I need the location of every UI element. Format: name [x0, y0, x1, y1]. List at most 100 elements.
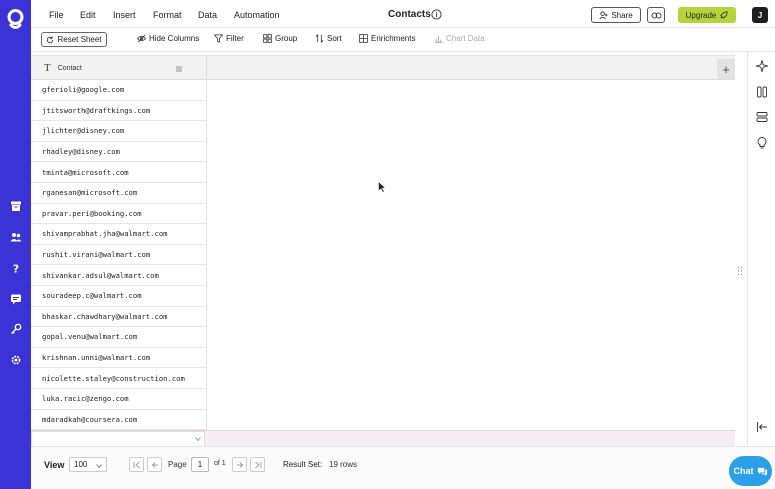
chevron-down-icon [96, 464, 102, 469]
cell-contact[interactable]: jtitsworth@draftkings.com [42, 106, 150, 115]
table-row[interactable]: jlichter@disney.com [31, 121, 207, 142]
first-page-icon [133, 461, 140, 468]
users-icon[interactable] [7, 228, 24, 245]
summary-select[interactable] [31, 431, 205, 447]
table-row[interactable]: krishnan.unni@walmart.com [31, 347, 207, 369]
group-icon [263, 34, 272, 43]
rows-panel-button[interactable] [755, 110, 769, 124]
table-row[interactable]: pravar.peri@booking.com [31, 203, 207, 225]
enrichments-button[interactable]: Enrichments [359, 34, 415, 43]
share-button[interactable]: Share [591, 7, 641, 23]
cell-contact[interactable]: rganesan@microsoft.com [42, 188, 137, 197]
filter-button[interactable]: Filter [214, 34, 244, 43]
left-rail: ? [0, 0, 31, 489]
cell-contact[interactable]: souradeep.c@walmart.com [42, 291, 142, 300]
table-row[interactable]: jtitsworth@draftkings.com [31, 100, 207, 122]
column-menu-icon[interactable] [176, 64, 182, 72]
sort-button[interactable]: Sort [315, 34, 342, 43]
table-row[interactable]: mdaradkah@coursera.com [31, 409, 207, 431]
table-row[interactable]: rushit.virani@walmart.com [31, 244, 207, 266]
result-set-label: Result Set: [283, 460, 323, 469]
previous-page-button[interactable] [147, 457, 162, 472]
cell-contact[interactable]: rushit.virani@walmart.com [42, 250, 150, 259]
info-icon[interactable] [431, 9, 442, 20]
cell-contact[interactable]: tminta@microsoft.com [42, 168, 129, 177]
menu-edit[interactable]: Edit [80, 10, 96, 20]
cell-contact[interactable]: jlichter@disney.com [42, 126, 124, 135]
table-row[interactable]: tminta@microsoft.com [31, 162, 207, 183]
copy-link-button[interactable] [647, 7, 665, 23]
share-label: Share [611, 10, 633, 20]
messages-icon[interactable] [7, 290, 24, 307]
menu-format[interactable]: Format [153, 10, 182, 20]
menu-insert[interactable]: Insert [113, 10, 136, 20]
chat-button[interactable]: Chat [729, 456, 772, 486]
filter-label: Filter [226, 34, 244, 43]
cell-contact[interactable]: shivamprabhat.jha@walmart.com [42, 229, 168, 238]
document-title[interactable]: Contacts [388, 9, 431, 20]
table-row[interactable]: nicolette.staley@construction.com [31, 368, 207, 389]
reset-sheet-button[interactable]: Reset Sheet [41, 32, 107, 47]
column-header-contact[interactable]: T Contact [31, 56, 207, 80]
cell-contact[interactable]: rhadley@disney.com [42, 147, 120, 156]
grid-icon [359, 34, 368, 43]
grid-rows: gferioli@google.com jtitsworth@draftking… [31, 80, 207, 431]
table-row[interactable]: shivankar.adsul@walmart.com [31, 265, 207, 286]
page-size-select[interactable]: 100 [69, 457, 107, 472]
chart-data-button[interactable]: Chart Data [434, 34, 485, 43]
collapse-panel-button[interactable] [755, 420, 769, 434]
menu-file[interactable]: File [49, 10, 64, 20]
table-row[interactable]: bhaskar.chawdhary@walmart.com [31, 306, 207, 328]
archive-icon[interactable] [7, 197, 24, 214]
table-row[interactable]: gopal.venu@walmart.com [31, 327, 207, 348]
table-row[interactable]: luka.racic@zengo.com [31, 388, 207, 410]
cell-contact[interactable]: shivankar.adsul@walmart.com [42, 271, 159, 280]
page-label: Page [168, 460, 187, 469]
data-grid: T Contact + gferioli@google.com jtitswor… [31, 55, 735, 447]
columns-panel-button[interactable] [755, 85, 769, 99]
settings-gear-icon[interactable] [7, 351, 24, 368]
table-row[interactable]: souradeep.c@walmart.com [31, 285, 207, 307]
cell-contact[interactable]: bhaskar.chawdhary@walmart.com [42, 312, 168, 321]
table-row[interactable]: rhadley@disney.com [31, 141, 207, 163]
collapse-left-icon [757, 422, 767, 432]
panel-resize-handle[interactable] [737, 266, 743, 276]
menu-data[interactable]: Data [198, 10, 217, 20]
user-avatar[interactable]: J [752, 7, 768, 23]
add-column-button[interactable]: + [717, 59, 735, 79]
pagination-bar: View 100 Page 1 of 1 Result Set: 19 rows [31, 446, 775, 489]
next-page-button[interactable] [232, 457, 247, 472]
ai-sparkle-button[interactable] [755, 59, 769, 73]
hide-columns-button[interactable]: Hide Columns [137, 34, 199, 43]
chat-label: Chat [733, 466, 754, 476]
cell-contact[interactable]: mdaradkah@coursera.com [42, 415, 137, 424]
arrow-right-icon [236, 461, 243, 468]
cell-contact[interactable]: gferioli@google.com [42, 85, 124, 94]
first-page-button[interactable] [129, 457, 144, 472]
table-row[interactable]: shivamprabhat.jha@walmart.com [31, 224, 207, 245]
cell-contact[interactable]: nicolette.staley@construction.com [42, 374, 185, 383]
toolbar: Reset Sheet Hide Columns Filter Group So… [31, 28, 775, 52]
page-number-input[interactable]: 1 [191, 457, 209, 472]
summary-footer-row [31, 430, 735, 447]
page-total-label: of 1 [214, 460, 226, 467]
link-icon [651, 11, 661, 19]
result-set-count: 19 rows [329, 460, 358, 469]
svg-text:?: ? [12, 262, 18, 274]
menu-automation[interactable]: Automation [234, 10, 280, 20]
group-button[interactable]: Group [263, 34, 297, 43]
app-logo-icon[interactable] [5, 8, 26, 32]
right-side-panel [747, 52, 775, 446]
reset-icon [47, 35, 54, 43]
insights-button[interactable] [755, 136, 769, 150]
cell-contact[interactable]: pravar.peri@booking.com [42, 209, 142, 218]
table-row[interactable]: gferioli@google.com [31, 80, 207, 101]
cell-contact[interactable]: luka.racic@zengo.com [42, 394, 129, 403]
key-icon[interactable] [7, 320, 24, 337]
upgrade-button[interactable]: Upgrade [678, 7, 736, 23]
table-row[interactable]: rganesan@microsoft.com [31, 182, 207, 204]
last-page-button[interactable] [250, 457, 265, 472]
cell-contact[interactable]: gopal.venu@walmart.com [42, 332, 137, 341]
cell-contact[interactable]: krishnan.unni@walmart.com [42, 353, 150, 362]
help-icon[interactable]: ? [7, 259, 24, 276]
